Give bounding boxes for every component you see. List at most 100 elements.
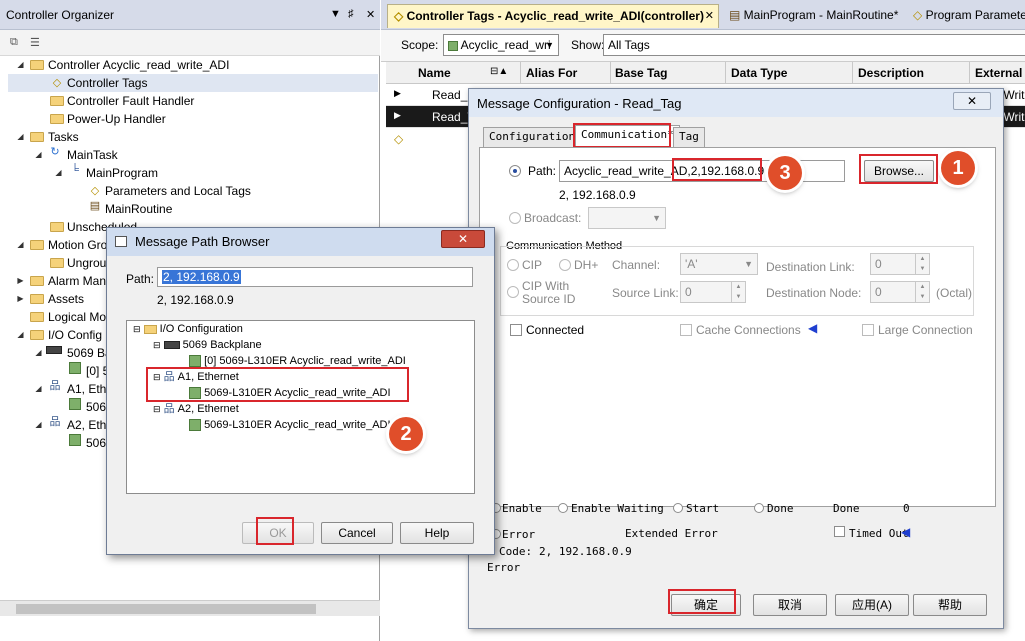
column-header-external-access[interactable]: External A bbox=[975, 66, 1025, 80]
tab-mainroutine[interactable]: ▤ MainProgram - MainRoutine* bbox=[723, 4, 904, 28]
destination-node-input[interactable]: 0 ▲ ▼ bbox=[870, 281, 930, 303]
destination-link-value: 0 bbox=[875, 257, 882, 271]
spinner-icon[interactable]: ▲ ▼ bbox=[915, 254, 929, 274]
collapse-icon[interactable]: ▶ bbox=[16, 272, 25, 290]
tree-item-a2-controller[interactable]: 5069-L310ER Acyclic_read_write_ADI bbox=[189, 417, 391, 433]
tree-item-label: 5069 Ba bbox=[67, 346, 112, 360]
path-radio[interactable] bbox=[509, 165, 521, 177]
help-button[interactable]: 帮助 bbox=[913, 594, 987, 616]
large-connection-checkbox[interactable] bbox=[862, 324, 874, 336]
large-connection-label: Large Connection bbox=[878, 323, 973, 337]
column-header-description[interactable]: Description bbox=[858, 66, 924, 80]
horizontal-scrollbar[interactable] bbox=[0, 600, 380, 616]
dhplus-radio[interactable] bbox=[559, 259, 571, 271]
expand-icon[interactable]: ◢ bbox=[16, 236, 25, 254]
tag-icon: ◇ bbox=[90, 185, 100, 197]
cip-radio[interactable] bbox=[507, 259, 519, 271]
tab-label: Program Paramete bbox=[925, 8, 1025, 22]
broadcast-radio[interactable] bbox=[509, 212, 521, 224]
collapse-icon[interactable]: ▶ bbox=[16, 290, 25, 308]
tab-configuration[interactable]: Configuration bbox=[483, 127, 582, 147]
collapse-icon[interactable]: ⊟ bbox=[153, 340, 161, 350]
expand-icon[interactable]: ◢ bbox=[16, 128, 25, 146]
error-code-label: Code: bbox=[499, 545, 533, 558]
column-header-alias-for[interactable]: Alias For bbox=[526, 66, 577, 80]
view-options-icon[interactable]: ☰ bbox=[30, 36, 40, 49]
dropdown-icon[interactable]: ▼ bbox=[330, 8, 341, 20]
channel-label: Channel: bbox=[612, 258, 661, 272]
cancel-button[interactable]: 取消 bbox=[753, 594, 827, 616]
column-header-data-type[interactable]: Data Type bbox=[731, 66, 787, 80]
error-code-value: 2, 192.168.0.9 bbox=[539, 545, 632, 558]
done-indicator bbox=[754, 503, 764, 513]
broadcast-label: Broadcast: bbox=[524, 211, 582, 225]
expand-icon[interactable]: ▶ bbox=[394, 110, 401, 121]
expand-icon[interactable]: ◢ bbox=[16, 326, 25, 344]
tag-grid-header: Name ⊟▲ Alias For Base Tag Data Type Des… bbox=[386, 62, 1025, 84]
controller-icon bbox=[68, 362, 82, 375]
show-select[interactable]: All Tags bbox=[603, 34, 1025, 56]
tab-tag[interactable]: Tag bbox=[673, 127, 705, 147]
spinner-icon[interactable]: ▲ ▼ bbox=[915, 282, 929, 302]
tree-item-a2-ethernet[interactable]: ⊟ 品 A2, Ethernet bbox=[153, 401, 239, 417]
cip-source-id-radio[interactable] bbox=[507, 286, 519, 298]
timed-out-label: Timed Out bbox=[849, 527, 909, 540]
tree-item-label: Controller Tags bbox=[67, 76, 148, 90]
communication-tab-panel: Path: Acyclic_read_write_AD,2,192.168.0.… bbox=[479, 147, 996, 507]
status-start: Start bbox=[686, 502, 720, 515]
filter-sort-icon[interactable]: ⊟▲ bbox=[490, 66, 508, 77]
folder-icon bbox=[30, 330, 44, 340]
expand-icon[interactable]: ◢ bbox=[54, 164, 63, 182]
channel-select[interactable]: 'A' ▼ bbox=[680, 253, 758, 275]
scrollbar-thumb[interactable] bbox=[16, 604, 316, 614]
expand-icon[interactable]: ◢ bbox=[34, 146, 43, 164]
folder-icon bbox=[50, 258, 64, 268]
tree-item-io-configuration[interactable]: ⊟ I/O Configuration bbox=[133, 321, 243, 337]
path-input[interactable]: 2, 192.168.0.9 bbox=[157, 267, 473, 287]
arrow-left-icon: ◀ bbox=[808, 321, 818, 335]
path-input-value: Acyclic_read_write_AD bbox=[564, 164, 688, 178]
expand-icon[interactable]: ▶ bbox=[394, 88, 401, 99]
column-header-base-tag[interactable]: Base Tag bbox=[615, 66, 667, 80]
expand-icon[interactable]: ◢ bbox=[34, 344, 43, 362]
collapse-icon[interactable]: ⊟ bbox=[133, 324, 141, 334]
highlight-path-browser-ok bbox=[256, 517, 294, 545]
tree-item-controller[interactable]: ◢ Controller Acyclic_read_write_ADI bbox=[0, 56, 378, 74]
column-header-name[interactable]: Name bbox=[418, 66, 451, 80]
dhplus-label: DH+ bbox=[574, 258, 599, 272]
folder-icon bbox=[30, 240, 44, 250]
folder-icon bbox=[30, 60, 44, 70]
column-divider bbox=[725, 62, 726, 84]
close-icon[interactable]: ✕ bbox=[366, 8, 375, 21]
collapse-all-icon[interactable]: ⧉ bbox=[10, 36, 18, 49]
routine-icon: ▤ bbox=[89, 200, 101, 212]
tree-item-label: Tasks bbox=[48, 130, 79, 144]
tab-program-parameters[interactable]: ◇ Program Paramete bbox=[907, 4, 1025, 28]
cancel-button[interactable]: Cancel bbox=[321, 522, 393, 544]
spinner-icon[interactable]: ▲ ▼ bbox=[731, 282, 745, 302]
apply-button[interactable]: 应用(A) bbox=[835, 594, 909, 616]
expand-icon[interactable]: ◢ bbox=[16, 56, 25, 74]
collapse-icon[interactable]: ⊟ bbox=[153, 404, 161, 414]
source-link-input[interactable]: 0 ▲ ▼ bbox=[680, 281, 746, 303]
close-tab-icon[interactable]: ✕ bbox=[705, 5, 714, 27]
expand-icon[interactable]: ◢ bbox=[34, 380, 43, 398]
network-icon: 品 bbox=[49, 380, 61, 392]
close-button[interactable]: ✕ bbox=[441, 230, 485, 248]
destination-link-input[interactable]: 0 ▲ ▼ bbox=[870, 253, 930, 275]
pin-icon[interactable]: ♯ bbox=[348, 8, 354, 20]
broadcast-select[interactable]: ▼ bbox=[588, 207, 666, 229]
cache-connections-checkbox[interactable] bbox=[680, 324, 692, 336]
tree-item-5069-backplane[interactable]: ⊟ 5069 Backplane bbox=[153, 337, 262, 353]
highlight-communication-tab bbox=[573, 123, 671, 148]
status-done: Done bbox=[767, 502, 794, 515]
tab-controller-tags[interactable]: ◇ Controller Tags - Acyclic_read_write_A… bbox=[387, 4, 719, 28]
close-button[interactable]: ✕ bbox=[953, 92, 991, 110]
tree-item-controller-tags[interactable]: ◇ Controller Tags bbox=[8, 74, 378, 92]
help-button[interactable]: Help bbox=[400, 522, 474, 544]
connected-checkbox[interactable] bbox=[510, 324, 522, 336]
chevron-down-icon: ▼ bbox=[744, 259, 753, 269]
scope-select[interactable]: Acyclic_read_wri ▼ bbox=[443, 34, 559, 56]
expand-icon[interactable]: ◢ bbox=[34, 416, 43, 434]
tree-item-label: Controller Fault Handler bbox=[67, 94, 195, 108]
